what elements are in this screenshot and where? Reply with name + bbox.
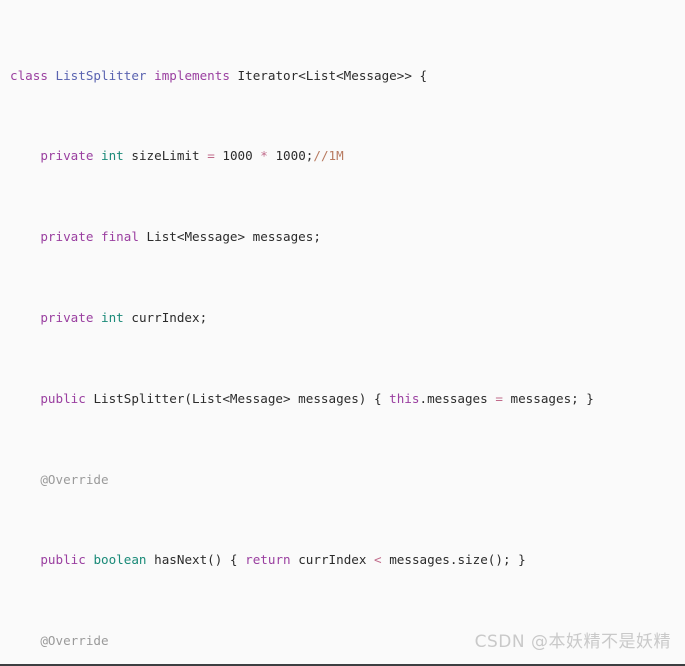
csdn-watermark: CSDN @本妖精不是妖精 xyxy=(474,631,671,652)
code-listing[interactable]: class ListSplitter implements Iterator<L… xyxy=(10,5,685,664)
code-screenshot: class ListSplitter implements Iterator<L… xyxy=(0,0,685,666)
code-line: private int currIndex; xyxy=(40,310,208,325)
code-line: class ListSplitter implements Iterator<L… xyxy=(10,67,428,83)
code-line: private int sizeLimit = 1000 * 1000;//1M xyxy=(40,148,344,164)
code-line: public ListSplitter(List<Message> messag… xyxy=(40,390,594,406)
code-line-annotation: @Override xyxy=(40,471,109,487)
code-line: public boolean hasNext() { return currIn… xyxy=(40,552,526,568)
code-line: private final List<Message> messages; xyxy=(40,229,321,245)
